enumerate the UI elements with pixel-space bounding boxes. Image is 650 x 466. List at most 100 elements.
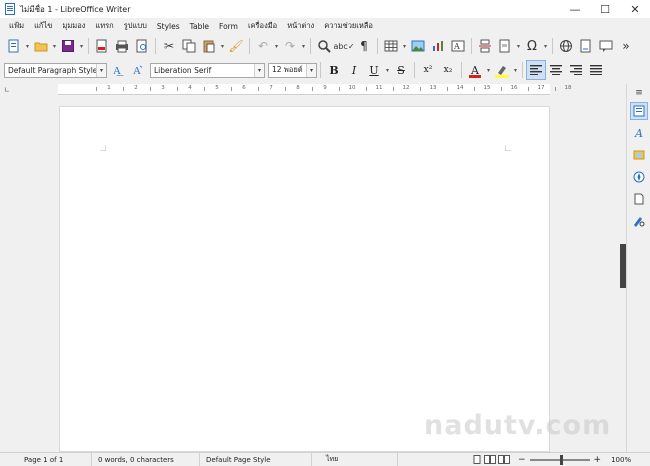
open-folder-icon[interactable]: [31, 36, 51, 56]
align-left-button[interactable]: [526, 60, 546, 80]
formatting-marks-icon[interactable]: ¶: [354, 36, 374, 56]
underline-button[interactable]: U: [364, 60, 384, 80]
print-preview-icon[interactable]: [132, 36, 152, 56]
strikethrough-button[interactable]: S: [391, 60, 411, 80]
copy-icon[interactable]: [179, 36, 199, 56]
word-count-status[interactable]: 0 words, 0 characters: [92, 452, 200, 466]
chevron-down-icon[interactable]: ▾: [254, 63, 264, 77]
writer-app-icon: [5, 3, 15, 15]
close-button[interactable]: ✕: [620, 0, 650, 18]
special-character-icon[interactable]: Ω: [522, 36, 542, 56]
font-name-combo[interactable]: Liberation Serif ▾: [150, 62, 265, 78]
chevron-down-icon[interactable]: ▾: [96, 63, 106, 77]
ruler-number: 15: [483, 85, 491, 91]
update-style-icon[interactable]: A͟: [107, 60, 127, 80]
table-dropdown-arrow[interactable]: ▾: [401, 36, 408, 56]
more-icon[interactable]: »: [616, 36, 636, 56]
font-size-value: 12 พอยต์: [272, 65, 303, 74]
special-char-dropdown-arrow[interactable]: ▾: [542, 36, 549, 56]
book-view-icon[interactable]: [498, 455, 510, 464]
ruler-number: 10: [348, 85, 356, 91]
gallery-icon[interactable]: [630, 146, 648, 164]
hyperlink-icon[interactable]: [556, 36, 576, 56]
menu-table[interactable]: Table: [185, 22, 214, 31]
menu-styles[interactable]: Styles: [152, 22, 185, 31]
page-count-status[interactable]: Page 1 of 1: [0, 452, 92, 466]
footnote-icon[interactable]: [576, 36, 596, 56]
new-dropdown-arrow[interactable]: ▾: [24, 36, 31, 56]
style-inspector-icon[interactable]: [630, 212, 648, 230]
clone-formatting-icon[interactable]: 🖌: [226, 36, 246, 56]
font-color-dropdown-arrow[interactable]: ▾: [485, 60, 492, 80]
cut-icon[interactable]: ✂: [159, 36, 179, 56]
chevron-down-icon[interactable]: ▾: [306, 63, 316, 77]
toolbar-separator: [377, 38, 378, 54]
single-page-view-icon[interactable]: [472, 455, 482, 464]
page-icon[interactable]: [630, 190, 648, 208]
save-icon[interactable]: [58, 36, 78, 56]
menu-window[interactable]: หน้าต่าง: [282, 20, 319, 32]
bold-button[interactable]: B: [324, 60, 344, 80]
properties-icon[interactable]: [630, 102, 648, 120]
highlight-dropdown-arrow[interactable]: ▾: [512, 60, 519, 80]
maximize-button[interactable]: ☐: [590, 0, 620, 18]
spelling-icon[interactable]: abc✓: [333, 36, 354, 56]
insert-chart-icon[interactable]: [428, 36, 448, 56]
redo-icon[interactable]: ↷: [280, 36, 300, 56]
navigator-icon[interactable]: [630, 168, 648, 186]
find-replace-icon[interactable]: [314, 36, 334, 56]
open-dropdown-arrow[interactable]: ▾: [51, 36, 58, 56]
zoom-in-icon[interactable]: +: [594, 455, 602, 465]
paste-dropdown-arrow[interactable]: ▾: [219, 36, 226, 56]
paste-icon[interactable]: [199, 36, 219, 56]
insert-table-icon[interactable]: [381, 36, 401, 56]
field-dropdown-arrow[interactable]: ▾: [515, 36, 522, 56]
align-center-button[interactable]: [546, 60, 566, 80]
zoom-out-icon[interactable]: −: [518, 455, 526, 465]
font-color-button[interactable]: A: [465, 60, 485, 80]
new-style-icon[interactable]: A͛: [127, 60, 147, 80]
menu-edit[interactable]: แก้ไข: [29, 20, 57, 32]
language-status[interactable]: ไทย: [312, 452, 398, 466]
menu-help[interactable]: ความช่วยเหลือ: [319, 20, 378, 32]
horizontal-ruler[interactable]: 1 2 3 4 5 6 7 8 9 10 11 12 13 14 15 16 17 18: [58, 84, 572, 95]
minimize-button[interactable]: —: [560, 0, 590, 18]
highlight-button[interactable]: [492, 60, 512, 80]
print-icon[interactable]: [112, 36, 132, 56]
insert-image-icon[interactable]: [408, 36, 428, 56]
document-page[interactable]: [59, 106, 550, 452]
styles-icon[interactable]: A: [630, 124, 648, 142]
save-dropdown-arrow[interactable]: ▾: [78, 36, 85, 56]
justify-button[interactable]: [586, 60, 606, 80]
align-right-button[interactable]: [566, 60, 586, 80]
new-document-icon[interactable]: [4, 36, 24, 56]
menu-view[interactable]: มุมมอง: [57, 20, 90, 32]
comment-icon[interactable]: [596, 36, 616, 56]
menu-tools[interactable]: เครื่องมือ: [243, 20, 282, 32]
font-size-combo[interactable]: 12 พอยต์ ▾: [268, 62, 317, 78]
zoom-slider[interactable]: [529, 454, 590, 465]
menu-insert[interactable]: แทรก: [90, 20, 118, 32]
page-break-icon[interactable]: [475, 36, 495, 56]
underline-dropdown-arrow[interactable]: ▾: [384, 60, 391, 80]
document-area[interactable]: [0, 96, 620, 452]
menu-file[interactable]: แฟ้ม: [4, 20, 29, 32]
paragraph-style-combo[interactable]: Default Paragraph Style ▾: [4, 62, 107, 78]
undo-icon[interactable]: ↶: [253, 36, 273, 56]
italic-button[interactable]: I: [344, 60, 364, 80]
superscript-button[interactable]: x²: [418, 60, 438, 80]
redo-dropdown-arrow[interactable]: ▾: [300, 36, 307, 56]
zoom-level[interactable]: 100%: [601, 453, 631, 466]
zoom-slider-knob[interactable]: [559, 454, 563, 465]
menu-form[interactable]: Form: [214, 22, 243, 31]
undo-dropdown-arrow[interactable]: ▾: [273, 36, 280, 56]
multi-page-view-icon[interactable]: [484, 455, 496, 464]
sidebar-menu-icon[interactable]: ≡: [630, 84, 648, 102]
insert-textbox-icon[interactable]: A: [448, 36, 468, 56]
insert-field-icon[interactable]: [495, 36, 515, 56]
page-style-status[interactable]: Default Page Style: [200, 452, 312, 466]
export-pdf-icon[interactable]: [92, 36, 112, 56]
menu-format[interactable]: รูปแบบ: [119, 20, 152, 32]
tab-stop-selector[interactable]: ∟: [4, 86, 10, 94]
subscript-button[interactable]: x₂: [438, 60, 458, 80]
